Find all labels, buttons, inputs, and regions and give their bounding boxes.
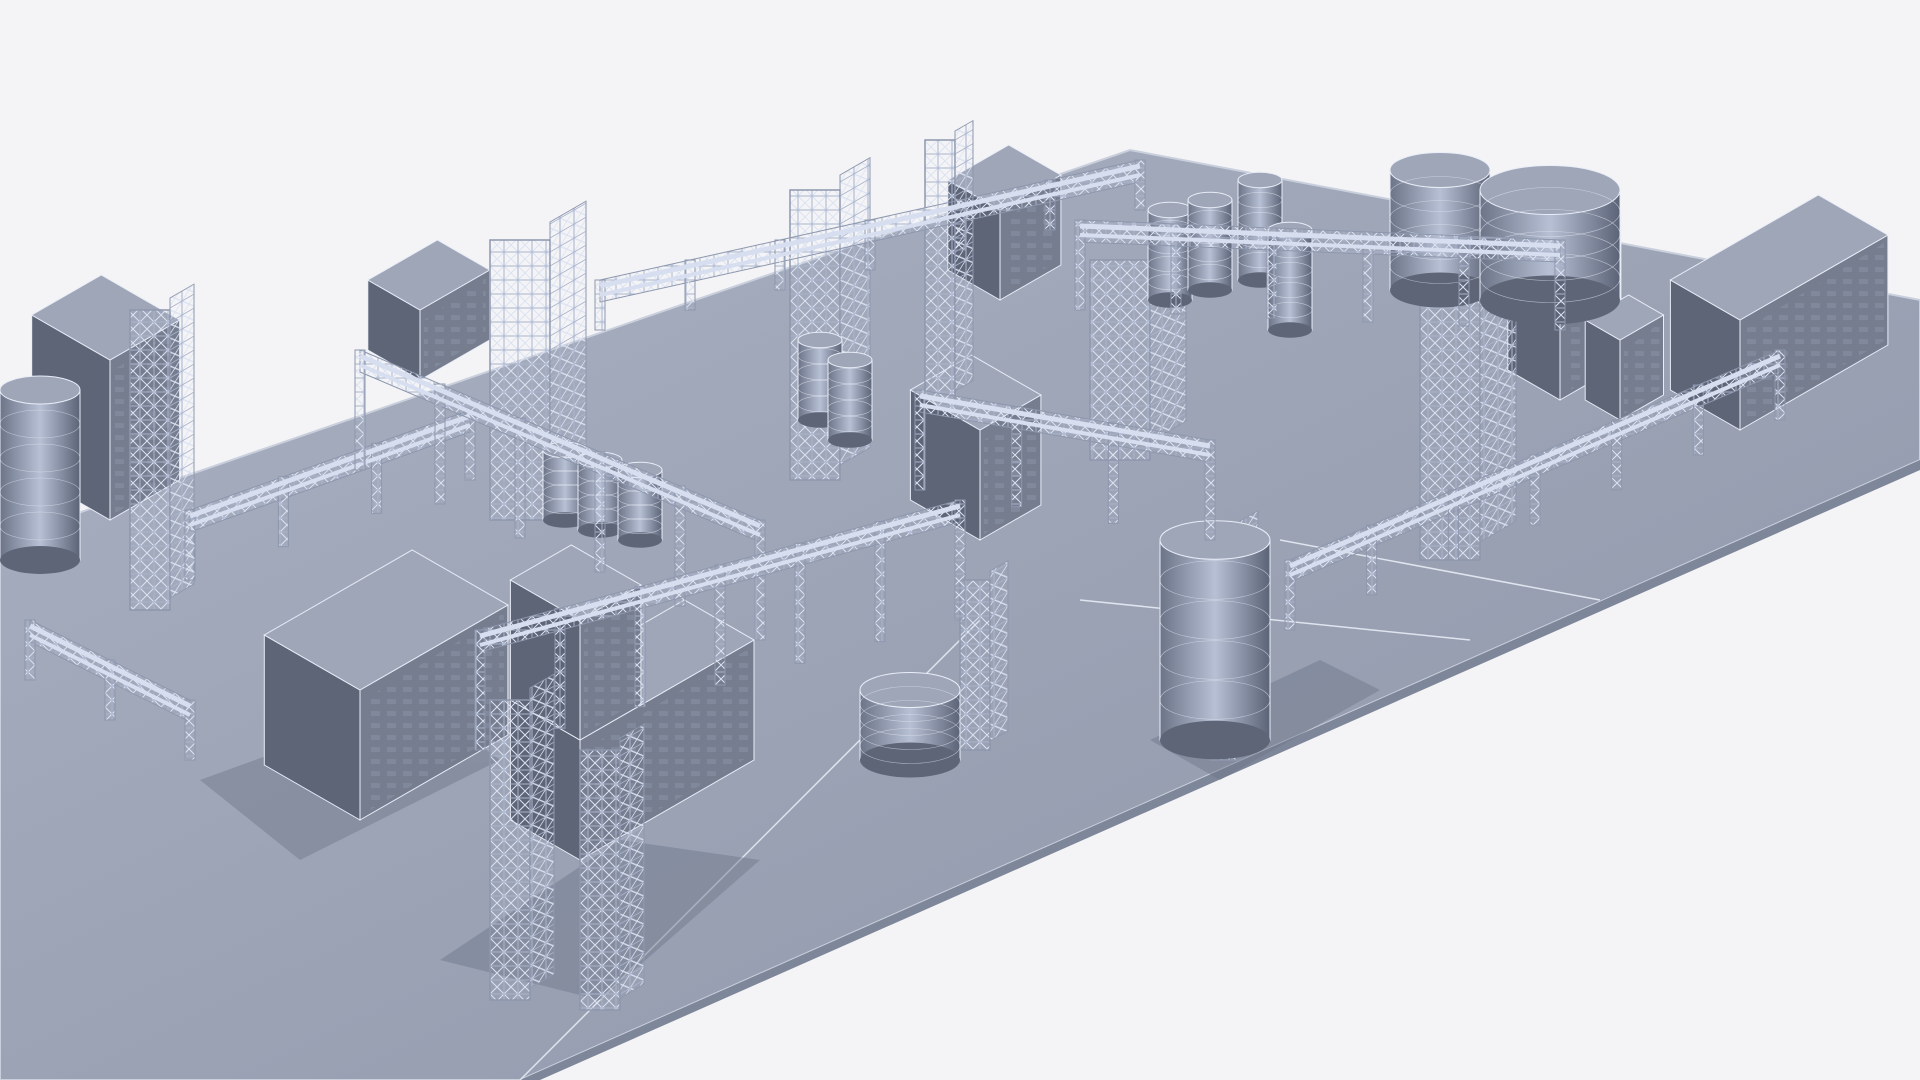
lattice-frame-center (959, 559, 1009, 751)
tank-cluster-6 (1147, 201, 1193, 308)
tank-large-round (1389, 152, 1491, 308)
industrial-plant-scene (0, 119, 1920, 1080)
building-back-left (366, 239, 491, 381)
tank-cluster-5 (827, 351, 873, 448)
lattice-tower-front-2 (579, 723, 645, 1011)
lattice-tower-front (489, 673, 555, 1001)
lattice-tower-4 (924, 119, 974, 401)
lattice-tower-left (129, 283, 195, 611)
tank-vessel-left (0, 375, 81, 574)
tank-horizontal-drum (859, 672, 961, 778)
tank-vessel-right (1159, 520, 1271, 760)
